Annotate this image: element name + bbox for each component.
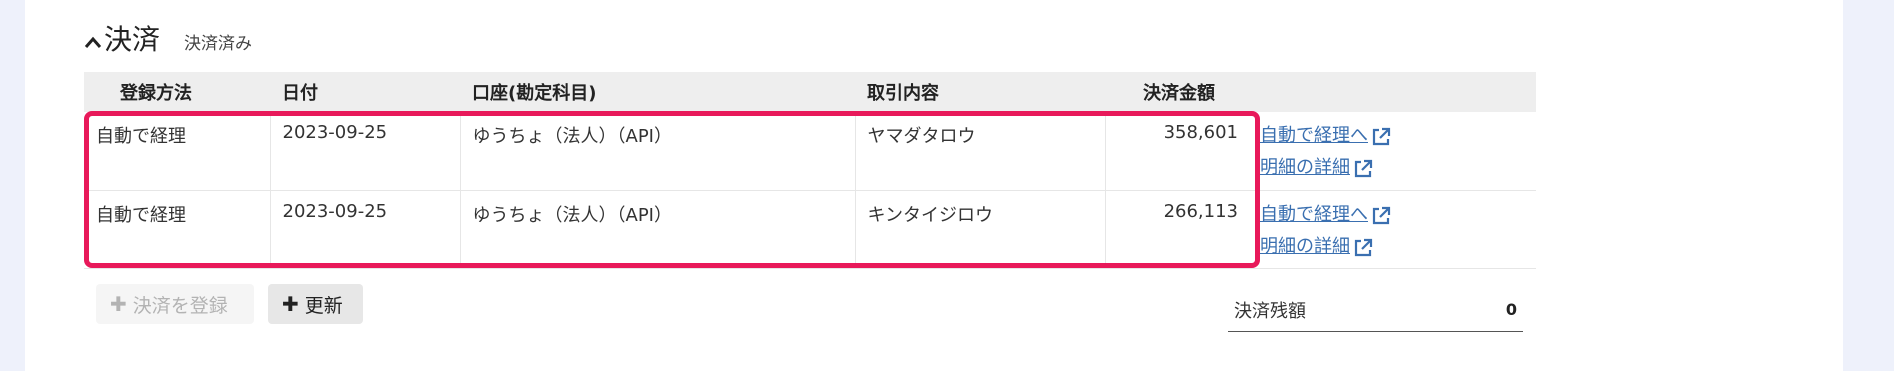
header-amount: 決済金額 [1143, 83, 1215, 104]
register-settlement-button[interactable]: ✚ 決済を登録 [96, 284, 254, 324]
cell-account: ゆうちょ（法人）（API） [459, 112, 855, 191]
refresh-button[interactable]: ✚ 更新 [268, 284, 363, 324]
cell-date: 2023-09-25 [269, 112, 460, 191]
link-to-accounting[interactable]: 自動で経理へ [1260, 200, 1368, 226]
register-settlement-label: 決済を登録 [132, 294, 228, 317]
cell-date: 2023-09-25 [269, 190, 460, 269]
header-date: 日付 [282, 83, 318, 104]
link-to-detail[interactable]: 明細の詳細 [1260, 232, 1350, 258]
chevron-up-icon[interactable] [84, 30, 102, 54]
cell-links: 自動で経理へ 明細の詳細 [1250, 112, 1536, 191]
link-to-accounting[interactable]: 自動で経理へ [1260, 121, 1368, 147]
table-header-row: 登録方法 日付 口座(勘定科目) 取引内容 決済金額 [84, 72, 1536, 112]
header-method: 登録方法 [120, 83, 192, 104]
header-description: 取引内容 [867, 83, 939, 104]
cell-method: 自動で経理 [84, 112, 270, 191]
settlement-table-wrap: 登録方法 日付 口座(勘定科目) 取引内容 決済金額 自動で経理 2023-09… [84, 72, 1536, 269]
cell-amount: 266,113 [1104, 190, 1250, 269]
table-row: 自動で経理 2023-09-25 ゆうちょ（法人）（API） キンタイジロウ 2… [84, 190, 1536, 269]
plus-icon: ✚ [110, 292, 127, 316]
external-link-icon[interactable] [1352, 237, 1374, 259]
section-status: 決済済み [184, 34, 253, 54]
cell-account: ゆうちょ（法人）（API） [459, 190, 855, 269]
link-to-detail[interactable]: 明細の詳細 [1260, 153, 1350, 179]
cell-amount: 358,601 [1104, 112, 1250, 191]
external-link-icon[interactable] [1370, 205, 1392, 227]
balance-value: 0 [1505, 300, 1517, 319]
header-links [1250, 72, 1536, 112]
settlement-balance: 決済残額 0 [1228, 288, 1523, 332]
cell-links: 自動で経理へ 明細の詳細 [1250, 190, 1536, 269]
refresh-label: 更新 [304, 294, 343, 317]
header-account: 口座(勘定科目) [472, 83, 597, 104]
cell-description: キンタイジロウ [854, 190, 1105, 269]
table-row: 自動で経理 2023-09-25 ゆうちょ（法人）（API） ヤマダタロウ 35… [84, 112, 1536, 191]
cell-method: 自動で経理 [84, 190, 270, 269]
cell-description: ヤマダタロウ [854, 112, 1105, 191]
balance-label: 決済残額 [1234, 300, 1306, 322]
external-link-icon[interactable] [1352, 158, 1374, 180]
section-title: 決済 [104, 23, 161, 56]
settlement-table: 登録方法 日付 口座(勘定科目) 取引内容 決済金額 自動で経理 2023-09… [84, 72, 1536, 269]
section-header[interactable]: 決済 決済済み [84, 18, 252, 58]
plus-icon: ✚ [282, 292, 299, 316]
external-link-icon[interactable] [1370, 126, 1392, 148]
